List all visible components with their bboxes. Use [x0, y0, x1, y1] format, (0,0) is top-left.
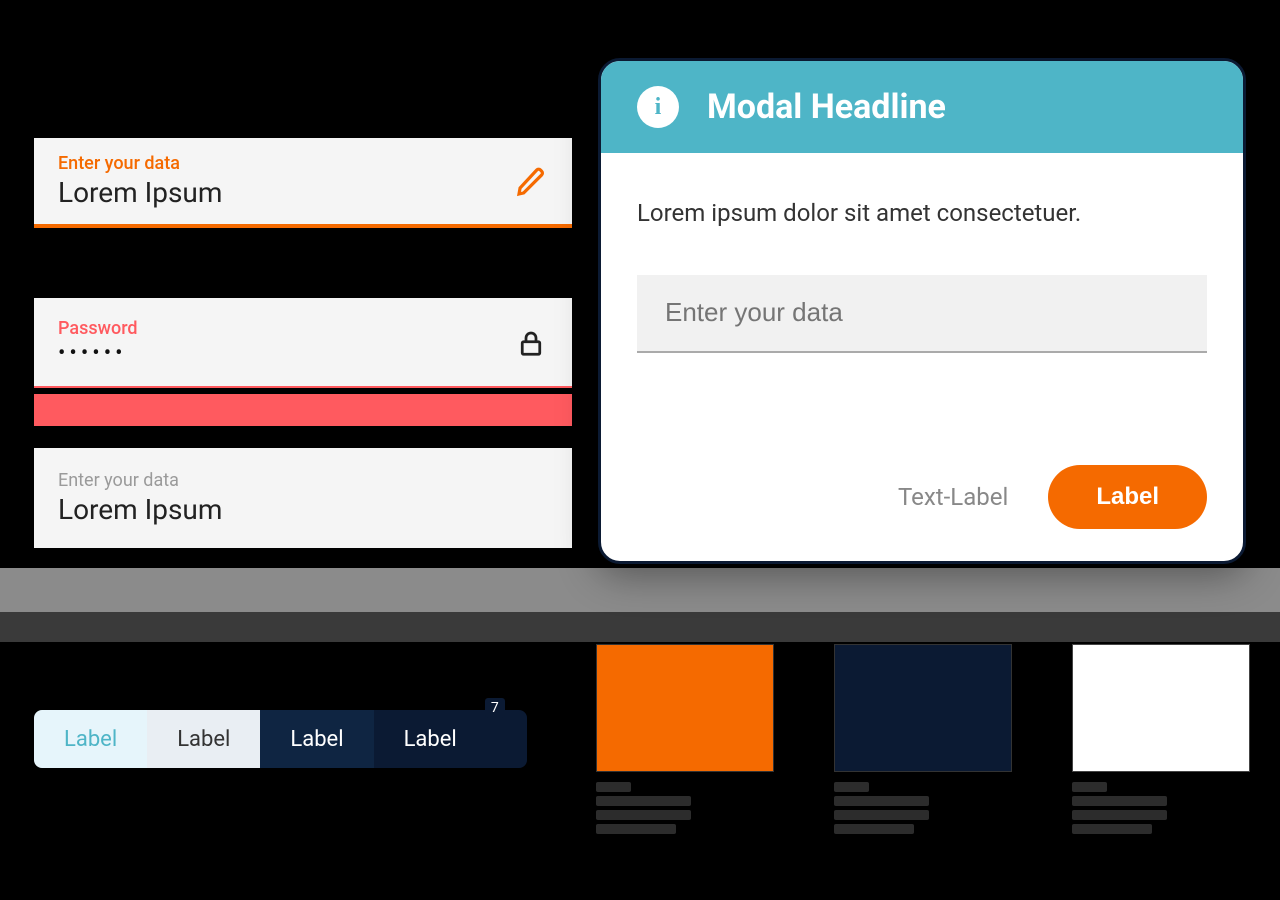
swatch-meta [1072, 782, 1250, 834]
field-value-masked: •••••• [58, 340, 514, 369]
tab-item-3[interactable]: Label [260, 710, 373, 768]
field-error-bar [34, 394, 572, 426]
swatch-box [596, 644, 774, 772]
modal-input[interactable] [665, 297, 1179, 328]
field-value: Lorem Ipsum [58, 175, 514, 211]
swatch-meta [834, 782, 1012, 834]
swatch-meta [596, 782, 774, 834]
info-icon: i [637, 86, 679, 128]
tab-item-4[interactable]: Label 7 [374, 710, 527, 768]
pencil-icon[interactable] [514, 166, 548, 198]
modal-header: i Modal Headline [601, 61, 1243, 153]
field-value: Lorem Ipsum [58, 492, 548, 528]
color-swatches [596, 644, 1250, 834]
swatch-white [1072, 644, 1250, 834]
modal-dialog: i Modal Headline Lorem ipsum dolor sit a… [598, 58, 1246, 564]
tab-label: Label [404, 727, 457, 752]
divider-strip-dark [0, 612, 1280, 642]
tab-label: Label [64, 727, 117, 752]
lock-icon [514, 328, 548, 358]
swatch-box [834, 644, 1012, 772]
modal-secondary-button[interactable]: Text-Label [898, 483, 1008, 511]
modal-primary-button[interactable]: Label [1048, 465, 1207, 529]
swatch-orange [596, 644, 774, 834]
modal-title: Modal Headline [707, 87, 946, 127]
field-label: Password [58, 318, 514, 340]
divider-strip [0, 568, 1280, 612]
tab-label: Label [290, 727, 343, 752]
tab-label: Label [177, 727, 230, 752]
modal-input-wrap[interactable] [637, 275, 1207, 353]
text-field-plain[interactable]: Enter your data Lorem Ipsum [34, 448, 572, 548]
swatch-navy [834, 644, 1012, 834]
text-field-active[interactable]: Enter your data Lorem Ipsum [34, 138, 572, 228]
field-label: Enter your data [58, 153, 514, 175]
tab-item-2[interactable]: Label [147, 710, 260, 768]
modal-description: Lorem ipsum dolor sit amet consectetuer. [637, 197, 1207, 231]
swatch-box [1072, 644, 1250, 772]
tab-bar: Label Label Label Label 7 [34, 710, 527, 768]
password-field-error[interactable]: Password •••••• [34, 298, 572, 388]
tab-badge: 7 [485, 698, 505, 718]
tab-item-1[interactable]: Label [34, 710, 147, 768]
field-label: Enter your data [58, 470, 548, 492]
